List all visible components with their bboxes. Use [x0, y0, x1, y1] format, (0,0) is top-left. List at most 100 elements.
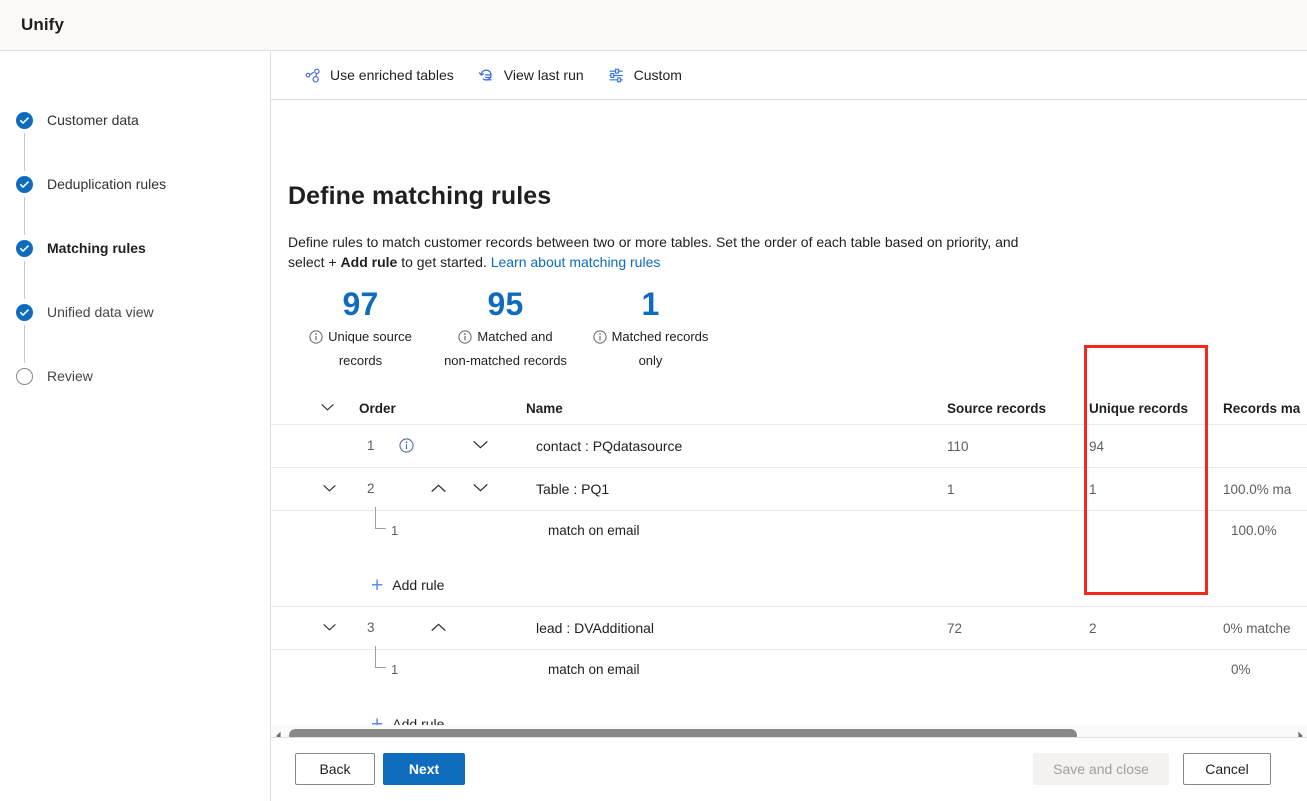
- info-icon[interactable]: [458, 329, 473, 350]
- row-records-matched: 100.0% ma: [1223, 482, 1292, 497]
- kpi-label-line2: non-matched records: [444, 353, 567, 368]
- view-last-run-button[interactable]: View last run: [470, 58, 592, 92]
- kpi-matched-and-non-matched-records: 95 Matched and non-matched records: [433, 286, 578, 371]
- wizard-sidebar: Customer data Deduplication rules Matchi…: [0, 51, 271, 801]
- expand-all-chevron-down-icon[interactable]: [321, 400, 334, 415]
- back-button[interactable]: Back: [295, 753, 375, 785]
- panel-body: Define matching rules Define rules to ma…: [271, 100, 1307, 753]
- row-unique-records: 2: [1089, 621, 1097, 636]
- history-icon: [478, 66, 496, 84]
- info-icon[interactable]: [592, 329, 607, 350]
- sidebar-item-matching-rules[interactable]: Matching rules: [16, 235, 256, 299]
- kpi-matched-records-only: 1 Matched records only: [578, 286, 723, 371]
- sidebar-item-label: Deduplication rules: [47, 176, 167, 192]
- row-name: lead : DVAdditional: [536, 620, 655, 636]
- expand-row-chevron-down-icon[interactable]: [323, 620, 336, 635]
- sidebar-item-customer-data[interactable]: Customer data: [16, 107, 256, 171]
- sliders-icon: [608, 66, 626, 84]
- step-connector: [24, 133, 25, 171]
- command-bar: Use enriched tables View last run Custom: [271, 51, 1307, 100]
- matching-rules-table: Order Name Source records Unique records…: [271, 394, 1307, 746]
- app-title: Unify: [21, 15, 64, 34]
- step-complete-icon: [16, 239, 33, 257]
- page-title: Define matching rules: [288, 182, 552, 210]
- kpi-label-line2: only: [638, 353, 663, 368]
- kpi-label-line1: Unique source: [328, 329, 412, 344]
- subrow-name: match on email: [548, 523, 640, 538]
- column-header-unique-records[interactable]: Unique records: [1089, 401, 1188, 416]
- column-header-name[interactable]: Name: [526, 401, 563, 416]
- row-unique-records: 1: [1089, 482, 1097, 497]
- add-rule-button[interactable]: + Add rule: [367, 570, 448, 600]
- kpi-label-line1: Matched records: [611, 329, 709, 344]
- learn-about-matching-rules-link[interactable]: Learn about matching rules: [491, 254, 661, 270]
- column-header-records-matched[interactable]: Records ma: [1223, 401, 1300, 416]
- row-order: 2: [367, 481, 375, 496]
- sidebar-item-review[interactable]: Review: [16, 363, 256, 389]
- kpi-label: Unique source records: [288, 326, 433, 371]
- table-row[interactable]: 2 Table : PQ1 1 1 100.0% ma: [271, 468, 1307, 511]
- footer-action-bar: Back Next Save and close Cancel: [271, 737, 1307, 801]
- cancel-button[interactable]: Cancel: [1183, 753, 1271, 785]
- kpi-value: 1: [641, 286, 660, 322]
- step-complete-icon: [16, 111, 33, 129]
- subrow-order: 1: [391, 523, 399, 538]
- command-label: Custom: [633, 67, 682, 83]
- app-header: Unify: [0, 0, 1307, 51]
- step-connector: [24, 197, 25, 235]
- wizard-step-list: Customer data Deduplication rules Matchi…: [16, 107, 256, 389]
- use-enriched-tables-button[interactable]: Use enriched tables: [296, 58, 462, 92]
- table-subrow[interactable]: 1 match on email 100.0%: [271, 507, 1307, 564]
- subrow-order: 1: [391, 662, 399, 677]
- save-and-close-button: Save and close: [1033, 753, 1169, 785]
- subrow-records-matched: 0%: [1231, 662, 1251, 677]
- step-pending-icon: [16, 367, 33, 385]
- custom-button[interactable]: Custom: [600, 58, 690, 92]
- kpi-unique-source-records: 97 Unique source records: [288, 286, 433, 371]
- sidebar-item-unified-data-view[interactable]: Unified data view: [16, 299, 256, 363]
- kpi-label-line2: records: [338, 353, 383, 368]
- step-connector: [24, 261, 25, 299]
- page-description-bold: Add rule: [340, 254, 398, 270]
- row-order: 3: [367, 620, 375, 635]
- tree-connector: [375, 646, 386, 668]
- row-source-records: 110: [947, 439, 969, 454]
- enriched-tables-icon: [304, 66, 322, 84]
- sidebar-item-deduplication-rules[interactable]: Deduplication rules: [16, 171, 256, 235]
- column-header-order[interactable]: Order: [359, 401, 396, 416]
- tree-connector: [375, 507, 386, 529]
- move-down-chevron-icon[interactable]: [473, 438, 488, 453]
- plus-icon: +: [371, 573, 384, 597]
- info-icon[interactable]: [309, 329, 323, 350]
- row-records-matched: 0% matche: [1223, 621, 1291, 636]
- move-down-chevron-icon[interactable]: [473, 481, 488, 496]
- kpi-label: Matched records only: [578, 326, 723, 371]
- subrow-records-matched: 100.0%: [1231, 523, 1277, 538]
- move-up-chevron-icon[interactable]: [431, 620, 446, 635]
- column-header-source-records[interactable]: Source records: [947, 401, 1046, 416]
- sidebar-item-label: Unified data view: [47, 304, 154, 320]
- sidebar-item-label: Customer data: [47, 112, 139, 128]
- row-unique-records: 94: [1089, 439, 1105, 454]
- table-subrow[interactable]: 1 match on email 0%: [271, 646, 1307, 703]
- page-description-text-2: to get started.: [397, 254, 491, 270]
- table-row[interactable]: 1 contact : PQdatasource 110 94: [271, 425, 1307, 468]
- expand-row-chevron-down-icon[interactable]: [323, 481, 336, 496]
- kpi-label-line1: Matched and: [477, 329, 553, 344]
- table-row[interactable]: 3 lead : DVAdditional 72 2 0% matche: [271, 607, 1307, 650]
- kpi-label: Matched and non-matched records: [433, 326, 578, 371]
- add-rule-label: Add rule: [392, 577, 445, 593]
- kpi-value: 95: [487, 286, 524, 322]
- table-header-row: Order Name Source records Unique records…: [271, 394, 1307, 425]
- step-connector: [24, 325, 25, 363]
- subrow-name: match on email: [548, 662, 640, 677]
- row-name: contact : PQdatasource: [536, 438, 683, 454]
- sidebar-item-label: Review: [47, 368, 93, 384]
- command-label: Use enriched tables: [330, 67, 454, 83]
- add-rule-row: + Add rule: [271, 564, 1307, 607]
- move-up-chevron-icon[interactable]: [431, 481, 446, 496]
- kpi-strip: 97 Unique source records 95 Matched and …: [288, 286, 723, 371]
- info-icon[interactable]: [399, 438, 414, 456]
- step-complete-icon: [16, 175, 33, 193]
- next-button[interactable]: Next: [383, 753, 465, 785]
